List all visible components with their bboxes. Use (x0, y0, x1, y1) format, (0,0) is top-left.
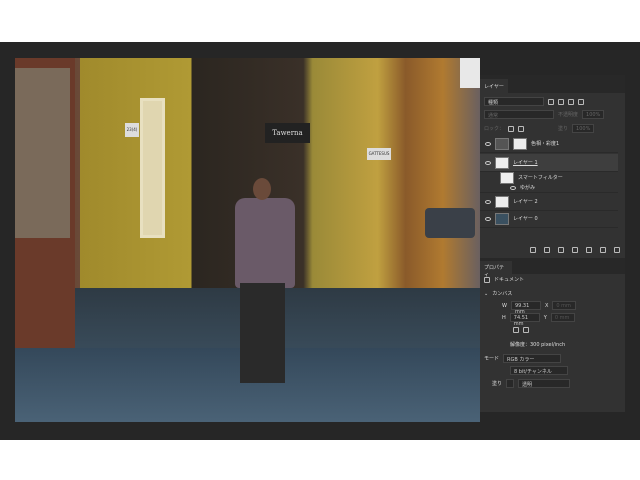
y-label: Y (543, 314, 547, 321)
opacity-label: 不透明度 (558, 112, 579, 118)
house-number: 23(4) (125, 123, 139, 137)
x-label: X (544, 302, 549, 309)
layer-name: ゆがみ (520, 185, 536, 191)
height-input[interactable]: 74.51 mm (509, 313, 540, 327)
mode-select[interactable]: RGB カラー (503, 354, 562, 363)
shape-filter-icon (578, 98, 584, 105)
blend-mode-select[interactable]: 通常 (484, 110, 554, 119)
layer-name: レイヤー 0 (513, 216, 538, 222)
layer-row[interactable]: レイヤー 2 (480, 193, 618, 211)
eye-icon[interactable] (485, 199, 491, 204)
layer-row[interactable]: レイヤー 0 (480, 210, 618, 228)
layers-panel: レイヤー 種類 通常 不透明度 100% ロック： 塗り 100% 色相・彩度1 レイヤ… (480, 75, 625, 412)
tab-properties[interactable]: プロパティ (480, 261, 512, 278)
layer-actions (530, 247, 620, 253)
new-layer-icon[interactable] (600, 247, 606, 253)
trash-icon[interactable] (614, 247, 620, 253)
canvas-section[interactable]: カンバス (492, 290, 512, 297)
eye-icon[interactable] (485, 160, 491, 165)
person-walking (235, 198, 295, 288)
tavern-sign: Tawerna (265, 123, 310, 143)
eye-icon[interactable] (485, 216, 491, 221)
layer-name: レイヤー 2 (513, 199, 538, 205)
width-input[interactable]: 99.31 mm (510, 301, 541, 315)
adjustment-filter-icon (558, 98, 564, 105)
h-label: H (502, 314, 506, 321)
opacity-input[interactable]: 100% (582, 110, 605, 119)
fill-input[interactable]: 100% (572, 124, 595, 133)
x-input[interactable]: 0 mm (552, 301, 577, 310)
layer-name: レイヤー 1 (513, 160, 538, 166)
layer-row[interactable]: レイヤー 1 (480, 154, 618, 172)
resolution-text: 解像度：300 pixel/inch (510, 342, 566, 348)
y-input[interactable]: 0 mm (550, 313, 575, 322)
lock-icon (508, 125, 515, 132)
filter-row[interactable]: ゆがみ (480, 183, 618, 193)
mode-label: モード (484, 356, 500, 362)
layer-row[interactable]: 色相・彩度1 (480, 135, 618, 153)
fill-label: 塗り (558, 126, 569, 132)
layer-name: スマートフィルター (518, 175, 563, 181)
adjustment-icon[interactable] (572, 247, 578, 253)
layer-name: 色相・彩度1 (531, 141, 560, 147)
link-icon[interactable] (530, 247, 536, 253)
canvas-fill-label: 塗り (492, 381, 503, 387)
eye-icon[interactable] (485, 141, 491, 146)
landscape-icon[interactable] (523, 327, 529, 333)
folder-icon[interactable] (586, 247, 592, 253)
canvas-photo[interactable]: Tawerna GATTESUS 23(4) (15, 58, 480, 422)
text-filter-icon (568, 98, 574, 105)
mask-icon[interactable] (558, 247, 564, 253)
doc-label: ドキュメント (494, 277, 525, 283)
shop-sign: GATTESUS (367, 148, 391, 160)
canvas-fill-select[interactable]: 透明 (518, 379, 571, 388)
fx-icon[interactable] (544, 247, 550, 253)
lock-label: ロック： (484, 126, 505, 132)
portrait-icon[interactable] (513, 327, 519, 333)
layer-filter-select[interactable]: 種類 (484, 97, 544, 106)
tab-layers[interactable]: レイヤー (480, 79, 508, 93)
w-label: W (502, 302, 507, 309)
image-filter-icon (548, 98, 554, 105)
document-icon (484, 276, 490, 283)
depth-select[interactable]: 8 bit/チャンネル (510, 366, 568, 375)
